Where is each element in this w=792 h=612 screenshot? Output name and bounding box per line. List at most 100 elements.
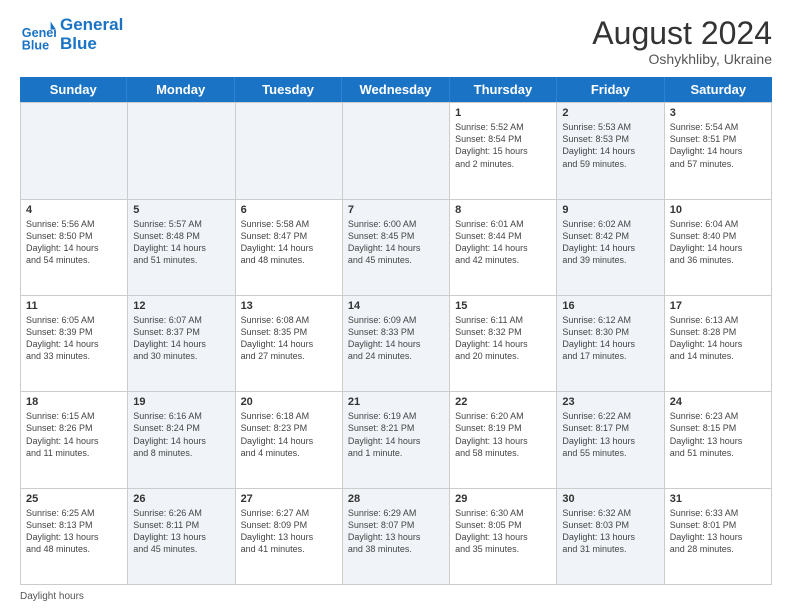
- calendar-day-1: 1 Sunrise: 5:52 AM Sunset: 8:54 PM Daylig…: [450, 103, 557, 199]
- calendar-day-31: 31Sunrise: 6:33 AM Sunset: 8:01 PM Dayli…: [665, 489, 772, 585]
- day-info: Sunrise: 6:19 AM Sunset: 8:21 PM Dayligh…: [348, 410, 444, 459]
- day-number: 22: [455, 396, 551, 408]
- day-info: Sunrise: 6:02 AM Sunset: 8:42 PM Dayligh…: [562, 218, 658, 267]
- calendar-day-17: 17 Sunrise: 6:13 AM Sunset: 8:28 PM Dayli…: [665, 296, 772, 392]
- day-info: Sunrise: 6:32 AM Sunset: 8:03 PM Dayligh…: [562, 507, 658, 556]
- calendar-day-7: 7 Sunrise: 6:00 AM Sunset: 8:45 PM Daylig…: [343, 200, 450, 296]
- logo-line2: Blue: [60, 35, 123, 54]
- day-info: Sunrise: 5:56 AM Sunset: 8:50 PM Dayligh…: [26, 218, 122, 267]
- day-info: Sunrise: 6:20 AM Sunset: 8:19 PM Dayligh…: [455, 410, 551, 459]
- calendar-day-empty: [128, 103, 235, 199]
- day-info: Sunrise: 6:29 AM Sunset: 8:07 PM Dayligh…: [348, 507, 444, 556]
- day-of-week-sunday: Sunday: [20, 77, 127, 102]
- calendar-day-12: 12 Sunrise: 6:07 AM Sunset: 8:37 PM Dayli…: [128, 296, 235, 392]
- svg-text:Blue: Blue: [22, 38, 49, 52]
- calendar-day-24: 24Sunrise: 6:23 AM Sunset: 8:15 PM Dayli…: [665, 392, 772, 488]
- day-info: Sunrise: 6:08 AM Sunset: 8:35 PM Dayligh…: [241, 314, 337, 363]
- day-of-week-thursday: Thursday: [450, 77, 557, 102]
- day-number: 23: [562, 396, 658, 408]
- calendar-week-1: 1 Sunrise: 5:52 AM Sunset: 8:54 PM Daylig…: [21, 103, 772, 199]
- day-info: Sunrise: 5:52 AM Sunset: 8:54 PM Dayligh…: [455, 121, 551, 170]
- day-number: 6: [241, 204, 337, 216]
- day-info: Sunrise: 6:27 AM Sunset: 8:09 PM Dayligh…: [241, 507, 337, 556]
- calendar-day-15: 15 Sunrise: 6:11 AM Sunset: 8:32 PM Dayli…: [450, 296, 557, 392]
- day-info: Sunrise: 6:15 AM Sunset: 8:26 PM Dayligh…: [26, 410, 122, 459]
- day-number: 11: [26, 300, 122, 312]
- calendar-day-27: 27 Sunrise: 6:27 AM Sunset: 8:09 PM Dayli…: [236, 489, 343, 585]
- logo: General Blue General Blue: [20, 16, 123, 53]
- day-info: Sunrise: 6:00 AM Sunset: 8:45 PM Dayligh…: [348, 218, 444, 267]
- day-of-week-tuesday: Tuesday: [235, 77, 342, 102]
- page: General Blue General Blue August 2024 Os…: [0, 0, 792, 612]
- calendar-day-empty: [236, 103, 343, 199]
- day-info: Sunrise: 6:11 AM Sunset: 8:32 PM Dayligh…: [455, 314, 551, 363]
- calendar-body: 1 Sunrise: 5:52 AM Sunset: 8:54 PM Daylig…: [20, 102, 772, 585]
- day-number: 27: [241, 493, 337, 505]
- day-info: Sunrise: 6:05 AM Sunset: 8:39 PM Dayligh…: [26, 314, 122, 363]
- logo-icon: General Blue: [20, 17, 56, 53]
- day-number: 25: [26, 493, 122, 505]
- calendar-day-empty: [343, 103, 450, 199]
- day-info: Sunrise: 6:04 AM Sunset: 8:40 PM Dayligh…: [670, 218, 766, 267]
- day-number: 8: [455, 204, 551, 216]
- calendar-week-2: 4 Sunrise: 5:56 AM Sunset: 8:50 PM Daylig…: [21, 200, 772, 296]
- day-number: 17: [670, 300, 766, 312]
- day-info: Sunrise: 6:07 AM Sunset: 8:37 PM Dayligh…: [133, 314, 229, 363]
- day-number: 1: [455, 107, 551, 119]
- day-number: 5: [133, 204, 229, 216]
- calendar-day-23: 23 Sunrise: 6:22 AM Sunset: 8:17 PM Dayli…: [557, 392, 664, 488]
- day-info: Sunrise: 6:13 AM Sunset: 8:28 PM Dayligh…: [670, 314, 766, 363]
- day-of-week-wednesday: Wednesday: [342, 77, 449, 102]
- calendar-day-25: 25Sunrise: 6:25 AM Sunset: 8:13 PM Dayli…: [21, 489, 128, 585]
- calendar-day-2: 2Sunrise: 5:53 AM Sunset: 8:53 PM Daylig…: [557, 103, 664, 199]
- day-number: 15: [455, 300, 551, 312]
- calendar-day-22: 22 Sunrise: 6:20 AM Sunset: 8:19 PM Dayli…: [450, 392, 557, 488]
- day-info: Sunrise: 6:30 AM Sunset: 8:05 PM Dayligh…: [455, 507, 551, 556]
- day-number: 10: [670, 204, 766, 216]
- calendar: SundayMondayTuesdayWednesdayThursdayFrid…: [20, 77, 772, 585]
- day-info: Sunrise: 6:09 AM Sunset: 8:33 PM Dayligh…: [348, 314, 444, 363]
- calendar-day-29: 29 Sunrise: 6:30 AM Sunset: 8:05 PM Dayli…: [450, 489, 557, 585]
- day-number: 7: [348, 204, 444, 216]
- day-info: Sunrise: 5:54 AM Sunset: 8:51 PM Dayligh…: [670, 121, 766, 170]
- location: Oshykhliby, Ukraine: [592, 51, 772, 67]
- calendar-day-6: 6 Sunrise: 5:58 AM Sunset: 8:47 PM Daylig…: [236, 200, 343, 296]
- day-number: 20: [241, 396, 337, 408]
- day-number: 18: [26, 396, 122, 408]
- calendar-day-5: 5 Sunrise: 5:57 AM Sunset: 8:48 PM Daylig…: [128, 200, 235, 296]
- day-number: 31: [670, 493, 766, 505]
- day-number: 3: [670, 107, 766, 119]
- calendar-day-21: 21 Sunrise: 6:19 AM Sunset: 8:21 PM Dayli…: [343, 392, 450, 488]
- day-info: Sunrise: 6:22 AM Sunset: 8:17 PM Dayligh…: [562, 410, 658, 459]
- day-number: 2: [562, 107, 658, 119]
- day-number: 24: [670, 396, 766, 408]
- day-number: 21: [348, 396, 444, 408]
- calendar-day-11: 11 Sunrise: 6:05 AM Sunset: 8:39 PM Dayli…: [21, 296, 128, 392]
- day-info: Sunrise: 6:26 AM Sunset: 8:11 PM Dayligh…: [133, 507, 229, 556]
- daylight-label: Daylight hours: [20, 591, 84, 602]
- day-info: Sunrise: 5:58 AM Sunset: 8:47 PM Dayligh…: [241, 218, 337, 267]
- day-number: 12: [133, 300, 229, 312]
- day-number: 30: [562, 493, 658, 505]
- calendar-week-4: 18 Sunrise: 6:15 AM Sunset: 8:26 PM Dayli…: [21, 392, 772, 488]
- day-info: Sunrise: 6:01 AM Sunset: 8:44 PM Dayligh…: [455, 218, 551, 267]
- calendar-day-14: 14Sunrise: 6:09 AM Sunset: 8:33 PM Dayli…: [343, 296, 450, 392]
- calendar-day-8: 8 Sunrise: 6:01 AM Sunset: 8:44 PM Daylig…: [450, 200, 557, 296]
- calendar-week-3: 11 Sunrise: 6:05 AM Sunset: 8:39 PM Dayli…: [21, 296, 772, 392]
- day-number: 28: [348, 493, 444, 505]
- calendar-day-19: 19Sunrise: 6:16 AM Sunset: 8:24 PM Dayli…: [128, 392, 235, 488]
- day-number: 29: [455, 493, 551, 505]
- day-info: Sunrise: 5:57 AM Sunset: 8:48 PM Dayligh…: [133, 218, 229, 267]
- day-info: Sunrise: 6:16 AM Sunset: 8:24 PM Dayligh…: [133, 410, 229, 459]
- calendar-week-5: 25Sunrise: 6:25 AM Sunset: 8:13 PM Dayli…: [21, 489, 772, 585]
- calendar-day-20: 20 Sunrise: 6:18 AM Sunset: 8:23 PM Dayli…: [236, 392, 343, 488]
- day-number: 16: [562, 300, 658, 312]
- day-info: Sunrise: 6:18 AM Sunset: 8:23 PM Dayligh…: [241, 410, 337, 459]
- day-of-week-monday: Monday: [127, 77, 234, 102]
- calendar-day-4: 4 Sunrise: 5:56 AM Sunset: 8:50 PM Daylig…: [21, 200, 128, 296]
- calendar-day-16: 16Sunrise: 6:12 AM Sunset: 8:30 PM Dayli…: [557, 296, 664, 392]
- day-number: 4: [26, 204, 122, 216]
- footer: Daylight hours: [20, 591, 772, 602]
- calendar-day-10: 10 Sunrise: 6:04 AM Sunset: 8:40 PM Dayli…: [665, 200, 772, 296]
- day-of-week-friday: Friday: [557, 77, 664, 102]
